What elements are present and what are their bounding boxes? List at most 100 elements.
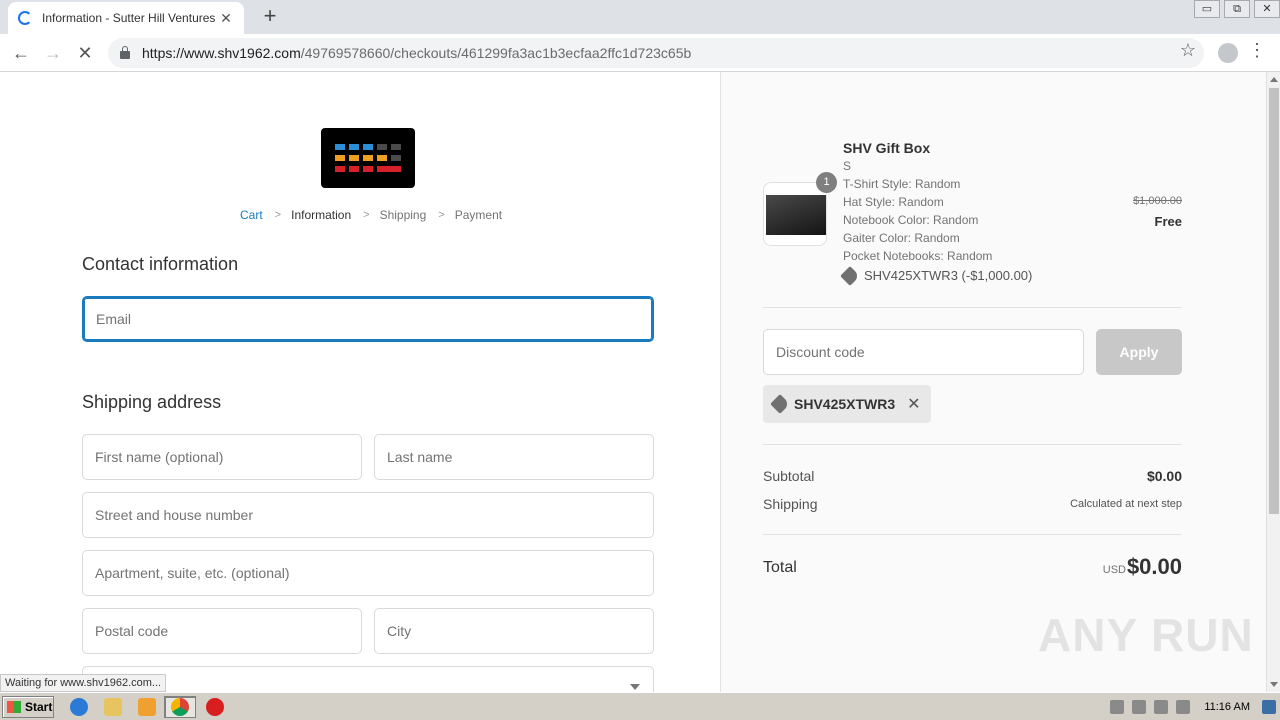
email-input[interactable] [84,298,652,340]
contact-heading: Contact information [82,254,239,274]
total-value: $0.00 [1126,554,1182,579]
postal-code-field[interactable] [82,608,362,654]
last-name-field[interactable] [374,434,654,480]
browser-status-bar: Waiting for www.shv1962.com... [0,674,167,692]
divider [763,307,1182,308]
windows-logo-icon [7,701,21,713]
divider [763,444,1182,445]
window-controls: ▭ ⧉ ✕ [1190,0,1280,20]
logo-block [377,144,387,150]
media-player-icon[interactable] [138,698,156,716]
apartment-input[interactable] [83,551,653,595]
logo-block [335,144,345,150]
breadcrumb-payment: Payment [454,208,503,222]
tag-icon [840,265,860,286]
breadcrumb-shipping: Shipping [379,208,427,222]
product-price: Free [1154,214,1182,229]
divider [763,534,1182,535]
checkout-page: Cart > Information > Shipping > Payment … [0,72,1266,692]
chevron-right-icon: > [274,209,282,221]
scrollbar-thumb[interactable] [1269,88,1279,514]
ie-icon[interactable] [70,698,88,716]
logo-block [335,166,345,172]
apartment-field[interactable] [82,550,654,596]
product-variant: Notebook Color: Random [843,213,979,227]
network-icon[interactable] [1154,700,1169,714]
browser-menu-icon[interactable]: ⋮ [1248,40,1266,60]
lock-icon [120,46,130,59]
restore-button[interactable]: ⧉ [1224,0,1250,18]
scroll-down-icon[interactable] [1270,682,1278,687]
address-bar[interactable]: https://www.shv1962.com/49769578660/chec… [108,38,1204,68]
warning-app-icon[interactable] [206,698,224,716]
original-price: $1,000.00 [1133,195,1182,207]
chrome-taskbar-button[interactable] [164,696,196,718]
applied-code: SHV425XTWR3 [794,396,896,412]
windows-taskbar: Start 11:16 AM [0,692,1280,720]
country-select[interactable] [82,666,654,692]
quantity-badge: 1 [816,172,837,193]
city-field[interactable] [374,608,654,654]
logo-block [391,155,401,161]
logo-block [363,144,373,150]
discount-code-field[interactable] [763,329,1084,375]
show-hidden-icons-icon[interactable] [1110,700,1125,714]
product-discount: SHV425XTWR3 (-$1,000.00) [840,265,1033,286]
folder-icon[interactable] [104,698,122,716]
page-scrollbar[interactable] [1266,72,1280,692]
browser-tab[interactable]: Information - Sutter Hill Ventures - C ✕ [8,2,244,34]
postal-code-input[interactable] [83,609,361,653]
volume-icon[interactable] [1132,700,1147,714]
checkout-main: Cart > Information > Shipping > Payment … [0,72,720,692]
logo-block [335,155,345,161]
apply-button[interactable]: Apply [1096,329,1182,375]
first-name-input[interactable] [83,435,361,479]
total-currency: USD [1102,564,1126,576]
email-field[interactable] [82,296,654,342]
taskbar-clock[interactable]: 11:16 AM [1204,701,1250,713]
gift-box-image [766,195,826,235]
product-variant: T-Shirt Style: Random [843,177,961,191]
show-desktop-icon[interactable] [1262,700,1276,714]
back-button[interactable]: ← [8,40,34,66]
new-tab-button[interactable]: + [258,5,282,29]
city-input[interactable] [375,609,653,653]
order-summary [720,72,1266,692]
remove-discount-icon[interactable]: ✕ [907,394,920,414]
scroll-up-icon[interactable] [1270,77,1278,82]
shipping-heading: Shipping address [82,392,222,412]
tab-close-icon[interactable]: ✕ [218,10,234,27]
product-variant: S [843,159,852,173]
first-name-field[interactable] [82,434,362,480]
shipping-value: Calculated at next step [1070,498,1182,510]
anyrun-watermark: ANY RUN [1038,609,1254,661]
last-name-input[interactable] [375,435,653,479]
discount-code-input[interactable] [764,330,1083,374]
product-name: SHV Gift Box [843,140,931,156]
street-input[interactable] [83,493,653,537]
system-tray: 11:16 AM [1106,696,1280,718]
chevron-down-icon [630,684,640,690]
logo-block [377,155,387,161]
bookmark-star-icon[interactable]: ☆ [1180,40,1196,61]
product-variant: Gaiter Color: Random [843,231,960,245]
close-window-button[interactable]: ✕ [1254,0,1280,18]
subtotal-value: $0.00 [1146,468,1182,484]
minimize-button[interactable]: ▭ [1194,0,1220,18]
stop-loading-button[interactable]: ✕ [72,40,98,66]
chrome-icon [171,698,189,716]
product-discount-text: SHV425XTWR3 (-$1,000.00) [864,268,1033,283]
logo-block [349,155,359,161]
shv-logo[interactable] [321,128,415,188]
breadcrumb-cart[interactable]: Cart [240,208,263,222]
profile-avatar[interactable] [1218,43,1238,63]
action-center-flag-icon[interactable] [1176,700,1191,714]
street-field[interactable] [82,492,654,538]
url-host: https://www.shv1962.com [142,45,301,61]
product-variant: Hat Style: Random [843,195,944,209]
logo-block [363,166,373,172]
browser-tabbar: Information - Sutter Hill Ventures - C ✕… [0,0,1280,34]
chevron-right-icon: > [363,209,370,221]
forward-button[interactable]: → [40,40,66,66]
start-button[interactable]: Start [2,696,54,718]
